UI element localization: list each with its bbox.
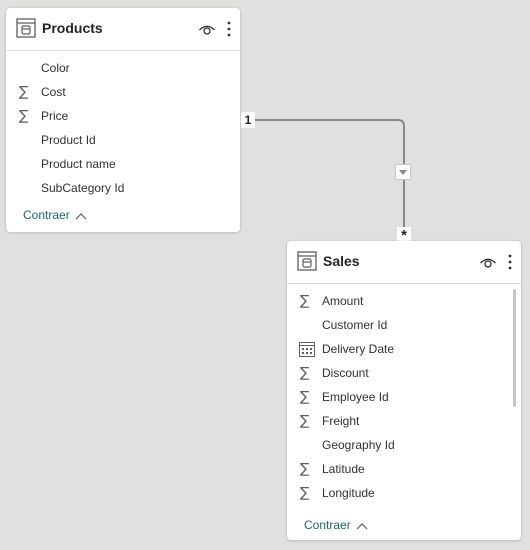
field-price[interactable]: ∑ Price bbox=[6, 104, 240, 128]
sigma-icon: ∑ bbox=[300, 365, 310, 381]
field-label: Employee Id bbox=[322, 390, 389, 404]
table-header: Products bbox=[6, 8, 240, 51]
field-discount[interactable]: ∑ Discount bbox=[287, 361, 521, 385]
field-cost[interactable]: ∑ Cost bbox=[6, 80, 240, 104]
field-label: Delivery Date bbox=[322, 342, 395, 356]
field-product-id[interactable]: Product Id bbox=[6, 128, 240, 152]
cardinality-many-label: * bbox=[397, 227, 411, 244]
sigma-icon: ∑ bbox=[19, 108, 29, 124]
field-list: ∑ Amount Customer Id Delivery Date ∑ Dis… bbox=[287, 289, 521, 505]
table-title: Sales bbox=[323, 253, 360, 269]
vertical-scrollbar[interactable] bbox=[513, 289, 516, 407]
more-options-icon[interactable] bbox=[507, 252, 513, 272]
field-color[interactable]: Color bbox=[6, 56, 240, 80]
field-label: Freight bbox=[322, 414, 360, 428]
table-card-sales[interactable]: Sales ∑ Amount Customer Id Delivery Date… bbox=[287, 241, 521, 540]
field-label: Customer Id bbox=[322, 318, 388, 332]
sigma-icon: ∑ bbox=[300, 461, 310, 477]
field-longitude[interactable]: ∑ Longitude bbox=[287, 481, 521, 505]
chevron-up-icon bbox=[75, 212, 87, 220]
collapse-button[interactable]: Contraer bbox=[23, 208, 87, 222]
collapse-button[interactable]: Contraer bbox=[304, 518, 368, 532]
table-card-products[interactable]: Products Color ∑ Cost ∑ Price Product Id… bbox=[6, 8, 240, 232]
table-icon bbox=[16, 18, 36, 38]
sigma-icon: ∑ bbox=[300, 293, 310, 309]
more-options-icon[interactable] bbox=[226, 19, 232, 39]
field-label: Color bbox=[41, 61, 70, 75]
calendar-icon bbox=[299, 342, 315, 357]
chevron-up-icon bbox=[356, 522, 368, 530]
field-label: Discount bbox=[322, 366, 369, 380]
field-label: Geography Id bbox=[322, 438, 395, 452]
field-label: Cost bbox=[41, 85, 66, 99]
collapse-label: Contraer bbox=[304, 518, 351, 532]
sigma-icon: ∑ bbox=[19, 84, 29, 100]
field-label: Longitude bbox=[322, 486, 375, 500]
cardinality-one-label: 1 bbox=[241, 112, 255, 128]
sigma-icon: ∑ bbox=[300, 413, 310, 429]
field-freight[interactable]: ∑ Freight bbox=[287, 409, 521, 433]
field-product-name[interactable]: Product name bbox=[6, 152, 240, 176]
field-label: SubCategory Id bbox=[41, 181, 125, 195]
field-delivery-date[interactable]: Delivery Date bbox=[287, 337, 521, 361]
field-label: Price bbox=[41, 109, 69, 123]
table-header: Sales bbox=[287, 241, 521, 284]
table-title: Products bbox=[42, 20, 103, 36]
collapse-label: Contraer bbox=[23, 208, 70, 222]
field-label: Product name bbox=[41, 157, 116, 171]
eye-icon[interactable] bbox=[198, 21, 216, 37]
field-employee-id[interactable]: ∑ Employee Id bbox=[287, 385, 521, 409]
cross-filter-direction-icon[interactable] bbox=[395, 164, 411, 180]
eye-icon[interactable] bbox=[479, 254, 497, 270]
field-customer-id[interactable]: Customer Id bbox=[287, 313, 521, 337]
table-icon bbox=[297, 251, 317, 271]
field-label: Latitude bbox=[322, 462, 365, 476]
field-label: Amount bbox=[322, 294, 364, 308]
field-latitude[interactable]: ∑ Latitude bbox=[287, 457, 521, 481]
field-subcategory-id[interactable]: SubCategory Id bbox=[6, 176, 240, 200]
sigma-icon: ∑ bbox=[300, 389, 310, 405]
sigma-icon: ∑ bbox=[300, 485, 310, 501]
field-label: Product Id bbox=[41, 133, 96, 147]
field-geography-id[interactable]: Geography Id bbox=[287, 433, 521, 457]
field-amount[interactable]: ∑ Amount bbox=[287, 289, 521, 313]
field-list: Color ∑ Cost ∑ Price Product Id Product … bbox=[6, 56, 240, 200]
